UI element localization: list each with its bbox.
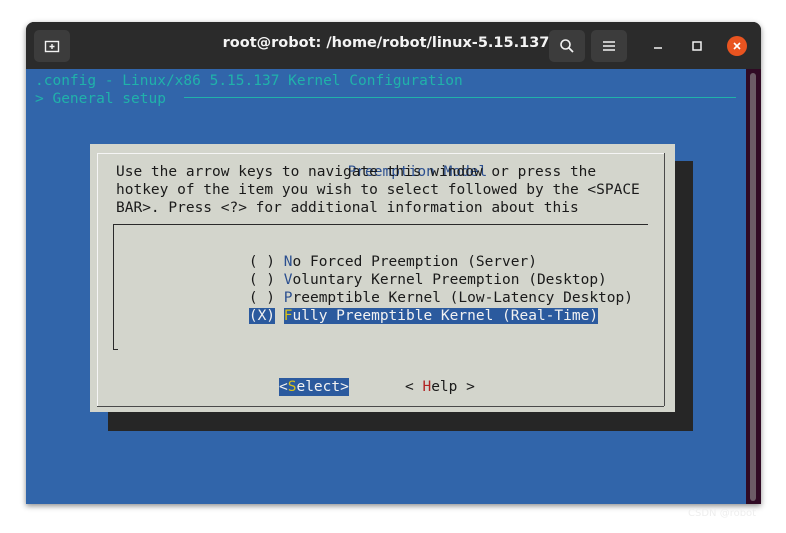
search-icon (560, 39, 574, 53)
help-label: elp > (431, 379, 475, 395)
window-title: root@robot: /home/robot/linux-5.15.137 (222, 35, 550, 51)
list-box-border (113, 349, 118, 350)
help-text-line: hotkey of the item you wish to select fo… (116, 182, 640, 198)
preemption-dialog: Preemption Model Use the arrow keys to n… (90, 144, 675, 412)
scrollbar-thumb[interactable] (750, 73, 756, 501)
select-bracket: < (279, 379, 288, 395)
dialog-border (97, 406, 664, 407)
option-hotkey: F (283, 308, 293, 324)
option-fully-preemptible-selected[interactable]: (X) Fully Preemptible Kernel (Real-Time) (179, 289, 599, 343)
help-button[interactable]: < Help > (405, 378, 475, 396)
search-button[interactable] (549, 30, 585, 62)
watermark: CSDN @robot (688, 508, 757, 519)
close-button[interactable] (726, 35, 748, 57)
help-hotkey: H (422, 379, 432, 395)
new-tab-button[interactable] (34, 30, 70, 62)
maximize-button[interactable] (686, 35, 708, 57)
help-bracket: < (405, 379, 423, 395)
terminal-area[interactable]: .config - Linux/x86 5.15.137 Kernel Conf… (26, 69, 746, 504)
terminal-window: root@robot: /home/robot/linux-5.15.137 .… (26, 22, 761, 504)
hamburger-menu-icon (603, 41, 615, 51)
select-label: elect> (296, 379, 349, 395)
close-circle (727, 36, 747, 56)
close-icon (733, 42, 741, 50)
select-button[interactable]: <Select> (279, 378, 349, 396)
title-bar: root@robot: /home/robot/linux-5.15.137 (26, 22, 761, 69)
menu-button[interactable] (591, 30, 627, 62)
scrollbar[interactable] (746, 69, 761, 504)
help-text-line: Use the arrow keys to navigate this wind… (116, 164, 597, 180)
radio-button-checked[interactable]: (X) (248, 308, 276, 324)
new-tab-icon (44, 40, 60, 53)
config-header: .config - Linux/x86 5.15.137 Kernel Conf… (35, 73, 463, 89)
maximize-icon (692, 41, 702, 51)
option-label: ully Preemptible Kernel (Real-Time) (292, 308, 599, 324)
minimize-icon (654, 47, 662, 49)
minimize-button[interactable] (647, 35, 669, 57)
list-box-border (113, 224, 648, 225)
list-box-border (113, 224, 114, 349)
menu-breadcrumb: > General setup (35, 91, 166, 107)
header-rule (184, 97, 736, 98)
help-text-line: BAR>. Press <?> for additional informati… (116, 200, 579, 216)
